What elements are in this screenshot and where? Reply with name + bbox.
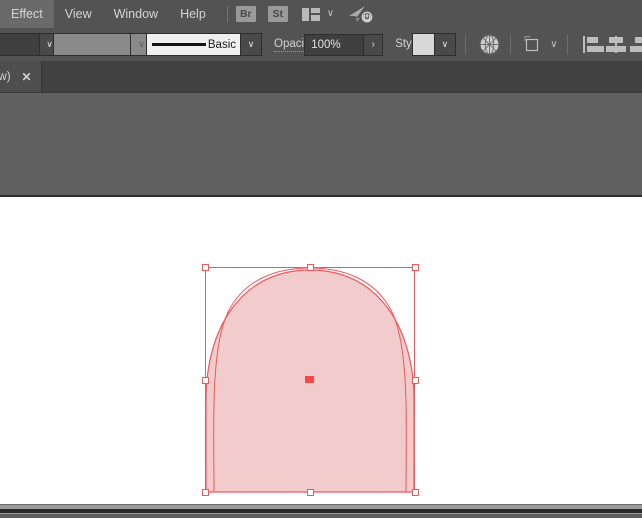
- stroke-profile-line-icon: [152, 43, 206, 46]
- artboard-canvas[interactable]: [0, 197, 642, 504]
- document-tab-bar: ew) ✕: [0, 61, 642, 92]
- illustrator-window: Effect View Window Help Br St ∨ ∨ ∨ Basi…: [0, 0, 642, 514]
- menu-item-window[interactable]: Window: [103, 0, 169, 28]
- align-horizontal-center-icon[interactable]: [605, 36, 627, 53]
- control-divider-3: [566, 35, 568, 54]
- menu-item-view[interactable]: View: [54, 0, 103, 28]
- stroke-profile-control[interactable]: Basic ∨: [135, 33, 262, 56]
- menu-bar: Effect View Window Help Br St ∨: [0, 0, 642, 29]
- style-chevron-down-icon[interactable]: ∨: [434, 33, 456, 56]
- control-divider-2: [509, 35, 511, 54]
- share-paper-plane-icon[interactable]: [348, 4, 374, 24]
- stroke-color-swatch[interactable]: [53, 33, 131, 56]
- workspace-background: [0, 92, 642, 196]
- align-left-icon[interactable]: [583, 36, 605, 53]
- status-bar-lower: [0, 509, 642, 513]
- stroke-profile-label: Basic: [207, 38, 236, 51]
- transform-chevron-down-icon[interactable]: ∨: [550, 39, 557, 50]
- control-options-bar: ∨ ∨ Basic ∨ Opacity: 100% › Style: ∨ ∨: [0, 28, 642, 62]
- document-tab-label: ew): [0, 70, 11, 83]
- recolor-artwork-globe-icon[interactable]: [478, 33, 501, 56]
- control-divider-1: [464, 35, 466, 54]
- document-tab[interactable]: ew) ✕: [0, 61, 42, 92]
- arrange-chevron-down-icon[interactable]: ∨: [327, 9, 334, 19]
- bridge-icon[interactable]: Br: [235, 6, 256, 22]
- stock-icon[interactable]: St: [267, 6, 288, 22]
- align-right-icon[interactable]: [627, 36, 642, 53]
- stroke-profile-chevron-down-icon[interactable]: ∨: [241, 33, 262, 56]
- stroke-profile-preview[interactable]: Basic: [146, 33, 241, 56]
- fill-color-swatch[interactable]: [0, 33, 40, 56]
- graphic-style-control[interactable]: ∨: [406, 33, 456, 56]
- close-icon[interactable]: ✕: [22, 71, 32, 83]
- menu-item-help[interactable]: Help: [169, 0, 217, 28]
- opacity-input[interactable]: 100%: [304, 33, 365, 56]
- opacity-control[interactable]: 100% ›: [298, 33, 384, 56]
- transform-bounding-box-icon[interactable]: [522, 35, 543, 54]
- arrange-documents-icon[interactable]: [301, 7, 320, 21]
- graphic-style-swatch[interactable]: [411, 33, 435, 56]
- menu-item-effect[interactable]: Effect: [0, 0, 54, 28]
- menu-divider: [226, 6, 228, 22]
- opacity-stepper[interactable]: ›: [364, 33, 384, 56]
